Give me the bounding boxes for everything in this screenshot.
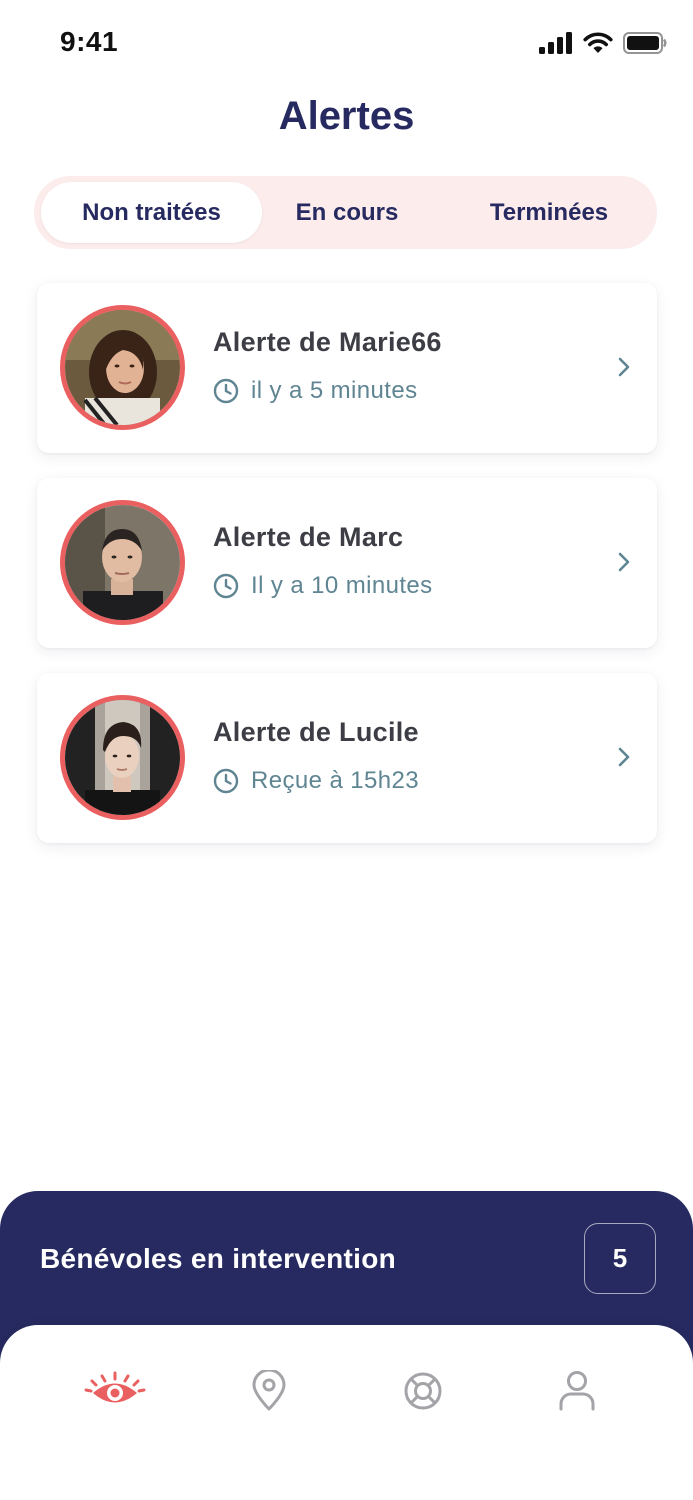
nav-alerts[interactable] xyxy=(75,1365,155,1421)
alert-time: Reçue à 15h23 xyxy=(251,767,419,794)
lifebuoy-icon xyxy=(403,1371,443,1416)
clock-icon xyxy=(213,378,239,404)
status-bar: 9:41 xyxy=(0,0,693,88)
eye-icon xyxy=(84,1371,146,1416)
alert-card[interactable]: Alerte de Marie66 il y a 5 minutes xyxy=(37,283,657,453)
tab-terminees[interactable]: Terminées xyxy=(454,182,644,243)
nav-profile[interactable] xyxy=(537,1365,617,1421)
tab-en-cours[interactable]: En cours xyxy=(262,182,432,243)
segmented-tabs: Non traitées En cours Terminées xyxy=(34,176,657,249)
clock-icon xyxy=(213,768,239,794)
page-title: Alertes xyxy=(278,94,415,138)
user-icon xyxy=(558,1370,596,1417)
alert-time-row: Reçue à 15h23 xyxy=(213,767,419,795)
nav-help[interactable] xyxy=(383,1365,463,1421)
alert-card[interactable]: Alerte de Lucile Reçue à 15h23 xyxy=(37,673,657,843)
clock-icon xyxy=(213,573,239,599)
chevron-right-icon xyxy=(617,746,631,773)
avatar xyxy=(60,305,185,430)
alert-time-row: Il y a 10 minutes xyxy=(213,572,433,600)
alert-time-row: il y a 5 minutes xyxy=(213,377,417,405)
chevron-right-icon xyxy=(617,356,631,383)
alert-time: il y a 5 minutes xyxy=(251,377,418,404)
battery-icon xyxy=(623,32,667,54)
alert-card[interactable]: Alerte de Marc Il y a 10 minutes xyxy=(37,478,657,648)
bottom-tab-bar xyxy=(0,1325,693,1500)
wifi-icon xyxy=(583,32,613,54)
nav-map[interactable] xyxy=(229,1365,309,1421)
alert-title: Alerte de Marc xyxy=(213,522,404,552)
alert-time: Il y a 10 minutes xyxy=(251,572,433,599)
signal-icon xyxy=(539,32,573,54)
tab-non-traitees[interactable]: Non traitées xyxy=(41,182,262,243)
alert-title: Alerte de Lucile xyxy=(213,717,419,747)
avatar xyxy=(60,695,185,820)
status-icons xyxy=(539,32,667,54)
volunteers-count-badge[interactable]: 5 xyxy=(584,1223,656,1294)
chevron-right-icon xyxy=(617,551,631,578)
alert-title: Alerte de Marie66 xyxy=(213,327,442,357)
map-pin-icon xyxy=(251,1368,287,1417)
avatar xyxy=(60,500,185,625)
volunteers-label: Bénévoles en intervention xyxy=(40,1243,397,1274)
status-time: 9:41 xyxy=(60,26,119,57)
